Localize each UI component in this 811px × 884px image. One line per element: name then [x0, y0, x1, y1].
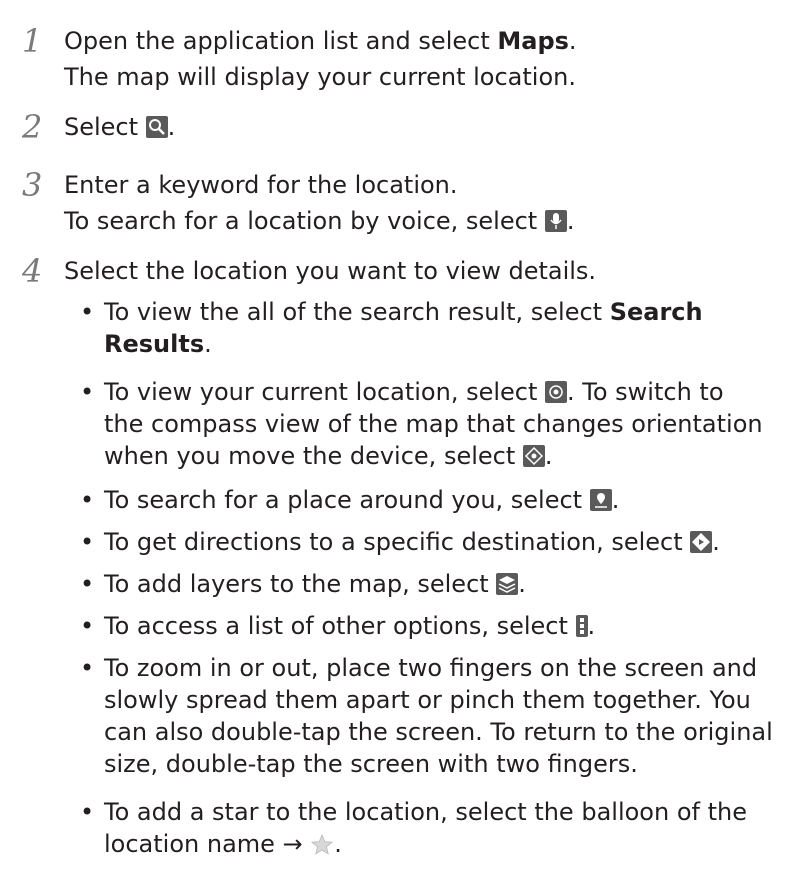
directions-icon: [690, 531, 713, 553]
compass-icon: [522, 445, 545, 467]
step-text: Select .: [64, 113, 176, 141]
step-text: Open the application list and select Map…: [64, 27, 577, 55]
step-text: Enter a keyword for the location.: [64, 171, 458, 199]
search-icon: [145, 116, 168, 138]
step-number: 2: [22, 108, 43, 146]
step-note: The map will display your current locati…: [64, 63, 576, 91]
microphone-icon: [544, 210, 567, 232]
manual-page: 1 Open the application list and select M…: [22, 22, 773, 858]
menu-icon: [575, 615, 588, 637]
step-number: 4: [22, 252, 43, 290]
step-text: Select the location you want to view det…: [64, 257, 597, 285]
step-number: 1: [22, 22, 43, 60]
my-location-icon: [545, 381, 568, 403]
layers-icon: [496, 573, 519, 595]
step-number: 3: [22, 166, 43, 204]
step-note: To search for a location by voice, selec…: [64, 207, 575, 235]
app-name-maps: Maps: [497, 27, 569, 55]
places-icon: [589, 489, 612, 511]
star-icon: [310, 831, 334, 855]
